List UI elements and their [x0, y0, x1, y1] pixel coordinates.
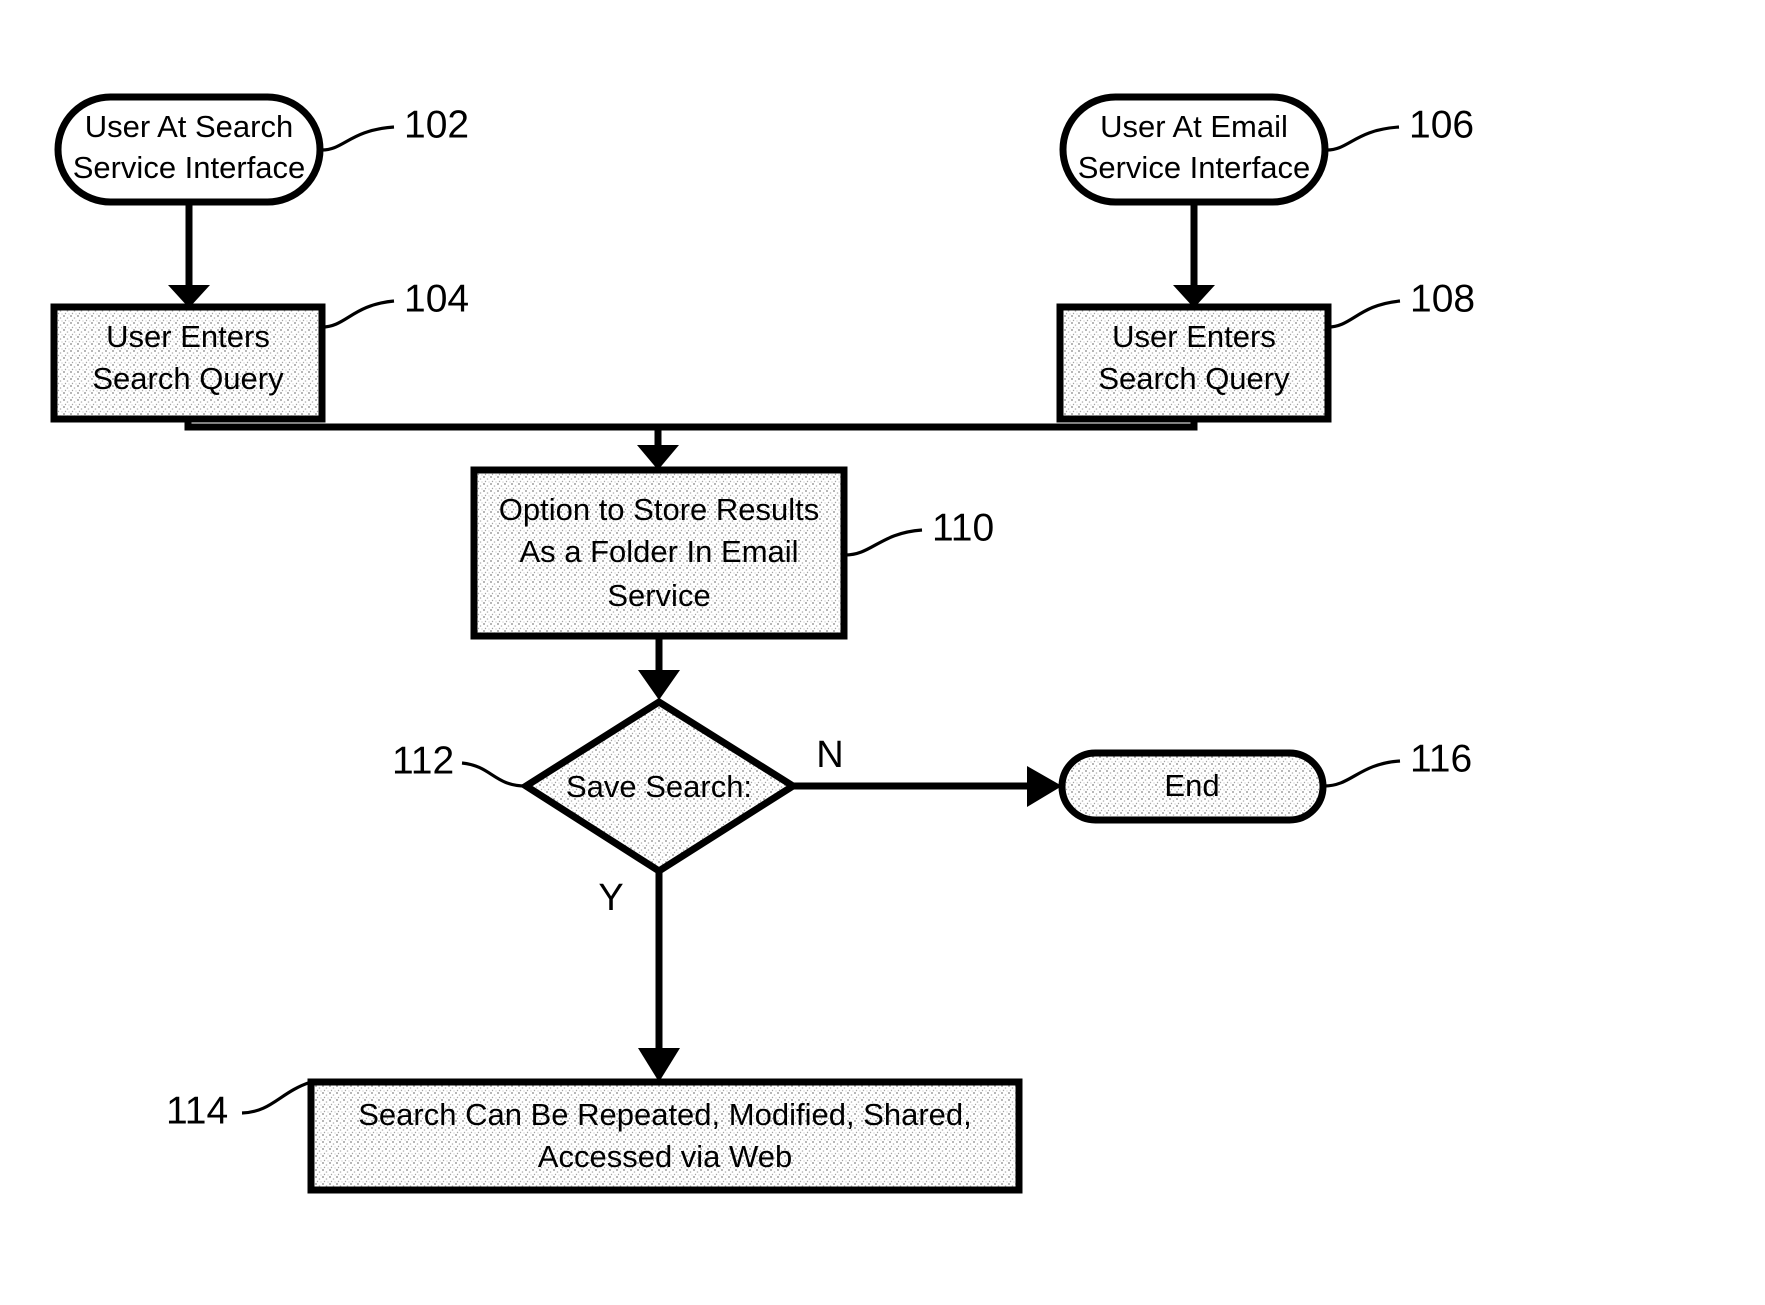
node-108-label-line-1: User Enters: [1112, 319, 1276, 354]
node-102-user-at-search-service-interface[interactable]: User At Search Service Interface: [54, 93, 324, 206]
node-112-save-search-decision[interactable]: Save Search:: [519, 697, 800, 876]
edge-112-no-to-116: N: [793, 734, 1062, 807]
ref-106-number: 106: [1409, 103, 1474, 146]
node-110-option-to-store-results[interactable]: Option to Store Results As a Folder In E…: [470, 466, 848, 640]
ref-102: 102: [321, 103, 469, 152]
node-116-end[interactable]: End: [1058, 749, 1327, 824]
edge-112-no-arrowhead: [1027, 766, 1062, 807]
ref-104-leader-line: [321, 299, 395, 329]
ref-116-number: 116: [1410, 737, 1472, 780]
node-102-label-line-1: User At Search: [85, 109, 293, 144]
node-112-label: Save Search:: [566, 769, 752, 804]
ref-116: 116: [1323, 737, 1472, 788]
ref-110-number: 110: [932, 506, 994, 549]
node-106-user-at-email-service-interface[interactable]: User At Email Service Interface: [1059, 93, 1329, 206]
node-106-label-line-1: User At Email: [1100, 109, 1288, 144]
edge-110-to-112: [638, 636, 680, 700]
node-108-label-line-2: Search Query: [1098, 361, 1290, 396]
edge-merge-busbar: [184, 419, 1198, 431]
node-108-user-enters-search-query[interactable]: User Enters Search Query: [1056, 303, 1332, 423]
node-114-label-line-1: Search Can Be Repeated, Modified, Shared…: [358, 1097, 972, 1132]
ref-116-leader-line: [1323, 759, 1401, 788]
ref-110: 110: [844, 506, 994, 557]
edge-merge-arrowhead: [637, 445, 679, 470]
edge-112-yes-to-114: Y: [598, 871, 680, 1082]
diagram-canvas: User At Search Service Interface 102 Use…: [0, 0, 1765, 1305]
ref-110-leader-line: [844, 528, 923, 557]
node-110-label-line-3: Service: [607, 578, 710, 613]
edge-merge-to-110: [184, 419, 1198, 470]
node-104-label-line-2: Search Query: [92, 361, 284, 396]
ref-108-number: 108: [1410, 277, 1475, 320]
ref-102-leader-line: [321, 125, 395, 152]
ref-114: 114: [166, 1080, 312, 1132]
ref-106-leader-line: [1326, 125, 1400, 152]
ref-112: 112: [392, 739, 527, 788]
flowchart-svg: User At Search Service Interface 102 Use…: [50, 93, 1475, 1194]
edge-106-to-108: [1173, 202, 1215, 308]
ref-112-leader-line: [461, 761, 527, 788]
node-104-label-line-1: User Enters: [106, 319, 270, 354]
node-114-search-can-be-repeated[interactable]: Search Can Be Repeated, Modified, Shared…: [307, 1078, 1023, 1194]
ref-108-leader-line: [1327, 299, 1401, 329]
ref-104-number: 104: [404, 277, 469, 320]
ref-106: 106: [1326, 103, 1474, 152]
edge-110-to-112-arrowhead: [638, 670, 680, 700]
node-110-label-line-1: Option to Store Results: [499, 492, 820, 527]
node-110-label-line-2: As a Folder In Email: [519, 534, 798, 569]
edge-102-to-104: [168, 202, 210, 308]
edge-label-no: N: [816, 734, 843, 776]
edge-label-yes: Y: [598, 877, 623, 919]
node-114-label-line-2: Accessed via Web: [538, 1139, 792, 1174]
ref-114-leader-line: [241, 1080, 312, 1115]
node-116-label: End: [1164, 768, 1219, 803]
ref-104: 104: [321, 277, 469, 329]
ref-112-number: 112: [392, 739, 454, 782]
ref-114-number: 114: [166, 1089, 228, 1132]
edge-112-yes-arrowhead: [638, 1048, 680, 1082]
node-102-label-line-2: Service Interface: [73, 150, 306, 185]
node-104-user-enters-search-query[interactable]: User Enters Search Query: [50, 303, 326, 423]
node-106-label-line-2: Service Interface: [1078, 150, 1311, 185]
ref-108: 108: [1327, 277, 1475, 329]
ref-102-number: 102: [404, 103, 469, 146]
